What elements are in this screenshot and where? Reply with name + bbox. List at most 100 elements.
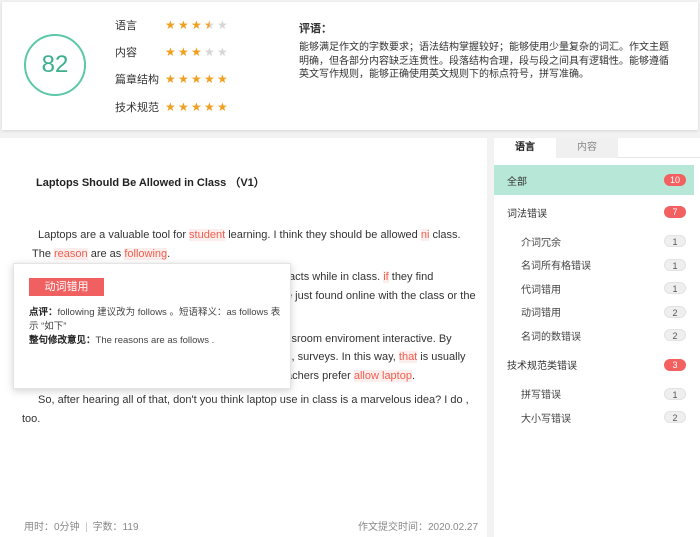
error-type-tag: 动词错用 (29, 278, 104, 296)
essay-paragraph-2-line-2: e just found online with the class or th… (286, 287, 486, 306)
divider (85, 522, 87, 533)
error-subcategory[interactable]: 动词错用 2 (494, 301, 694, 323)
star-icon: ★ (178, 99, 189, 114)
category-label: 技术规范类错误 (507, 361, 577, 372)
comment-text: 能够满足作文的字数要求；语法结构掌握较好；能够使用少量复杂的词汇。作文主题明确，… (299, 42, 669, 80)
essay-text: facts while in class. (286, 271, 384, 283)
category-label: 词法错误 (507, 208, 547, 220)
error-highlight[interactable]: allow laptop (353, 370, 412, 382)
essay-paragraph-2-line-1: facts while in class. if they find (286, 268, 486, 287)
star-icon: ★ (165, 99, 176, 114)
star-icon: ★ (178, 71, 189, 86)
rating-row: 技术规范 ★ ★ ★ ★ ★ (115, 99, 228, 115)
essay-paragraph-3-line-1: ssroom enviroment interactive. By (286, 330, 486, 349)
error-subcategory[interactable]: 介词冗余 1 (494, 230, 694, 252)
error-category[interactable]: 词法错误 7 (494, 201, 694, 223)
count-badge: 2 (664, 329, 686, 341)
star-icon: ★ (204, 99, 215, 114)
rating-label: 语言 (115, 20, 137, 32)
essay-paragraph-3-line-3: achers prefer allow laptop. (286, 367, 486, 386)
star-icon: ★ (217, 44, 228, 59)
rating-label: 内容 (115, 47, 137, 59)
count-badge: 1 (664, 258, 686, 271)
error-highlight[interactable]: student (189, 229, 226, 241)
comment-label: 点评： (29, 307, 58, 318)
tab-bar: 语言 内容 (494, 138, 700, 158)
essay-text: learning. I think they should be allowed (225, 229, 421, 241)
star-icon: ★ (217, 71, 228, 86)
error-subcategory[interactable]: 名词所有格错误 1 (494, 254, 694, 276)
star-icon: ★ (191, 44, 202, 59)
star-icon: ★ (165, 17, 176, 32)
error-subcategory[interactable]: 大小写错误 2 (494, 406, 694, 428)
popup-revision: 整句修改意见：The reasons are as follows . (29, 334, 284, 348)
essay-text: achers prefer (286, 370, 354, 382)
rating-label: 技术规范 (115, 102, 159, 114)
essay-text: Laptops are a valuable tool for (38, 229, 190, 241)
essay-stats: 用时：0分钟 字数：119 (24, 518, 139, 533)
star-icon: ★ (217, 17, 228, 32)
count-badge: 3 (664, 358, 686, 371)
category-label: 介词冗余 (521, 237, 561, 249)
essay-text: they find (388, 271, 434, 283)
tab-content[interactable]: 内容 (556, 138, 618, 158)
rating-label: 篇章结构 (115, 74, 159, 86)
category-label: 名词所有格错误 (521, 261, 591, 272)
category-label: 代词错用 (521, 284, 561, 296)
essay-text: s, surveys. In this way, (286, 351, 399, 363)
revision-label: 整句修改意见： (29, 335, 96, 346)
error-subcategory[interactable]: 名词的数错误 2 (494, 324, 694, 346)
count-badge: 10 (664, 174, 686, 186)
star-icon: ★ (165, 44, 176, 59)
essay-paragraph-3-line-2: s, surveys. In this way, that is usually (286, 348, 486, 367)
star-icon: ★ (191, 17, 202, 32)
star-icon: ★ (165, 71, 176, 86)
star-rating: ★ ★ ★ ★ ★ (165, 44, 228, 59)
error-popup: 动词错用 点评：following 建议改为 follows 。短语释义：as … (13, 263, 291, 389)
comment-detail: following 建议改为 follows 。短语释义：as follows … (29, 307, 281, 332)
essay-text: are as (87, 247, 125, 260)
star-rating: ★ ★ ★ ★ ★ (165, 17, 228, 32)
time-used: 用时：0分钟 (24, 522, 80, 533)
error-highlight[interactable]: that (398, 351, 418, 363)
essay-title: Laptops Should Be Allowed in Class （V1） (36, 177, 265, 189)
error-subcategory[interactable]: 拼写错误 1 (494, 383, 694, 405)
essay-text: is usually (417, 351, 466, 363)
category-all[interactable]: 全部 10 (494, 165, 694, 195)
error-category[interactable]: 技术规范类错误 3 (494, 354, 694, 376)
count-badge: 7 (664, 206, 686, 218)
star-icon: ★ (178, 17, 189, 32)
comment-title: 评语： (299, 23, 332, 35)
category-label: 全部 (507, 176, 527, 188)
star-icon: ★ (204, 44, 215, 59)
rating-row: 语言 ★ ★ ★ ★ ★ (115, 17, 228, 33)
error-highlight[interactable]: reason (54, 247, 88, 260)
essay-paragraph-1: Laptops are a valuable tool for student … (32, 226, 477, 263)
star-icon: ★ (217, 99, 228, 114)
star-icon: ★ (191, 99, 202, 114)
star-icon: ★ (204, 71, 215, 86)
category-label: 拼写错误 (521, 390, 561, 401)
error-sidebar: 语言 内容 全部 10 词法错误 7 介词冗余 1 名词所有格错误 1 代词错用 1 动词错用 2 名词… (494, 138, 700, 537)
star-rating: ★ ★ ★ ★ ★ (165, 71, 228, 86)
count-badge: 2 (664, 411, 686, 423)
revision-detail: The reasons are as follows . (95, 335, 215, 346)
rating-row: 内容 ★ ★ ★ ★ ★ (115, 44, 228, 60)
essay-text: e just found online with the class or th… (286, 290, 476, 302)
error-subcategory[interactable]: 代词错用 1 (494, 277, 694, 299)
essay-paragraph-4: So, after hearing all of that, don't you… (22, 394, 469, 425)
category-label: 大小写错误 (521, 413, 571, 425)
star-icon: ★ (178, 44, 189, 59)
star-rating: ★ ★ ★ ★ ★ (165, 99, 228, 114)
count-badge: 1 (664, 235, 686, 247)
score-panel: 82 语言 ★ ★ ★ ★ ★ 内容 ★ ★ ★ ★ ★ 篇章结构 ★ ★ ★ ★ ★ 技术规范 ★ ★ ★ ★ ★ 评语： … (2, 2, 698, 130)
score-circle: 82 (24, 34, 86, 96)
essay-text: . (411, 370, 416, 382)
star-icon: ★ (204, 17, 215, 32)
count-badge: 1 (664, 387, 686, 400)
tab-language[interactable]: 语言 (494, 138, 556, 158)
rating-row: 篇章结构 ★ ★ ★ ★ ★ (115, 71, 228, 87)
error-highlight[interactable]: following (124, 247, 168, 260)
submit-time: 作文提交时间：2020.02.27 (358, 522, 479, 533)
category-label: 名词的数错误 (521, 331, 581, 343)
